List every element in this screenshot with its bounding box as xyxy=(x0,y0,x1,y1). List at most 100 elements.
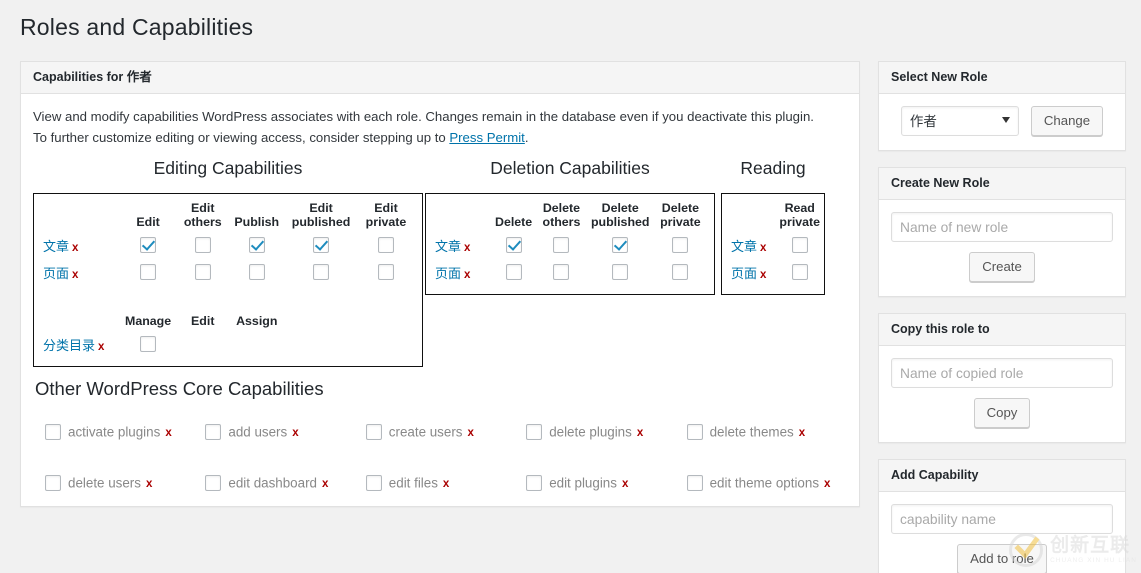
deletion-cell-0-3[interactable] xyxy=(655,232,706,259)
checkbox-publish-post[interactable] xyxy=(249,237,265,253)
copy-role-button[interactable]: Copy xyxy=(974,398,1031,428)
checkbox-edit-dashboard[interactable] xyxy=(205,475,221,491)
deletion-grid: Delete Delete others Delete published De… xyxy=(434,200,706,286)
editing-cell-0-4[interactable] xyxy=(358,232,414,259)
deletion-cell-1-1[interactable] xyxy=(537,259,585,286)
reading-cell-0-0[interactable] xyxy=(774,232,825,259)
checkbox-edit-others-post[interactable] xyxy=(195,237,211,253)
editing-cell-1-1[interactable] xyxy=(176,259,229,286)
reading-row-remove-1[interactable]: x xyxy=(760,269,766,281)
role-select[interactable]: 作者 xyxy=(901,106,1019,136)
checkbox-edit-plugins[interactable] xyxy=(526,475,542,491)
checkbox-delete-plugins[interactable] xyxy=(526,424,542,440)
editing-cell-1-0[interactable] xyxy=(120,259,176,286)
deletion-row-label-0[interactable]: 文章x xyxy=(434,232,490,259)
remove-cap-edit-theme-options[interactable]: x xyxy=(824,478,830,490)
checkbox-create-users[interactable] xyxy=(366,424,382,440)
taxonomy-row-label-0-text: 分类目录 xyxy=(43,338,95,353)
checkbox-delete-users[interactable] xyxy=(45,475,61,491)
editing-cell-0-3[interactable] xyxy=(284,232,358,259)
new-role-name-input[interactable] xyxy=(891,212,1113,242)
editing-cell-1-4[interactable] xyxy=(358,259,414,286)
press-permit-link[interactable]: Press Permit xyxy=(449,130,524,145)
reading-row-label-0[interactable]: 文章x xyxy=(730,232,774,259)
list-item[interactable]: delete pluginsx xyxy=(526,422,686,443)
remove-cap-edit-files[interactable]: x xyxy=(443,478,449,490)
list-item[interactable]: add usersx xyxy=(205,422,365,443)
checkbox-edit-others-page[interactable] xyxy=(195,264,211,280)
list-item[interactable]: create usersx xyxy=(366,422,526,443)
remove-cap-delete-themes[interactable]: x xyxy=(799,427,805,439)
checkbox-edit-private-post[interactable] xyxy=(378,237,394,253)
remove-cap-delete-plugins[interactable]: x xyxy=(637,427,643,439)
checkbox-edit-post[interactable] xyxy=(140,237,156,253)
capability-name-input[interactable] xyxy=(891,504,1113,534)
checkbox-delete-page[interactable] xyxy=(506,264,522,280)
reading-row-remove-0[interactable]: x xyxy=(760,242,766,254)
remove-cap-create-users[interactable]: x xyxy=(467,427,473,439)
checkbox-delete-published-post[interactable] xyxy=(612,237,628,253)
list-item[interactable]: edit dashboardx xyxy=(205,473,365,494)
deletion-row-label-1[interactable]: 页面x xyxy=(434,259,490,286)
taxonomy-cell-0-0[interactable] xyxy=(120,331,176,358)
deletion-row-remove-1[interactable]: x xyxy=(464,269,470,281)
list-item[interactable]: activate pluginsx xyxy=(45,422,205,443)
checkbox-delete-themes[interactable] xyxy=(687,424,703,440)
create-role-button[interactable]: Create xyxy=(969,252,1035,282)
checkbox-add-users[interactable] xyxy=(205,424,221,440)
checkbox-delete-private-page[interactable] xyxy=(672,264,688,280)
deletion-row-remove-0[interactable]: x xyxy=(464,242,470,254)
checkbox-delete-others-page[interactable] xyxy=(553,264,569,280)
other-capabilities-grid: activate pluginsx add usersx create user… xyxy=(33,422,847,494)
remove-cap-edit-plugins[interactable]: x xyxy=(622,478,628,490)
copy-role-header: Copy this role to xyxy=(879,314,1125,346)
checkbox-delete-others-post[interactable] xyxy=(553,237,569,253)
checkbox-delete-private-post[interactable] xyxy=(672,237,688,253)
checkbox-edit-page[interactable] xyxy=(140,264,156,280)
deletion-cell-1-3[interactable] xyxy=(655,259,706,286)
checkbox-read-private-page[interactable] xyxy=(792,264,808,280)
remove-cap-delete-users[interactable]: x xyxy=(146,478,152,490)
remove-cap-edit-dashboard[interactable]: x xyxy=(322,478,328,490)
checkbox-activate-plugins[interactable] xyxy=(45,424,61,440)
editing-row-label-0[interactable]: 文章x xyxy=(42,232,120,259)
editing-row-remove-1[interactable]: x xyxy=(72,269,78,281)
list-item[interactable]: edit filesx xyxy=(366,473,526,494)
deletion-cell-0-1[interactable] xyxy=(537,232,585,259)
add-to-role-button[interactable]: Add to role xyxy=(957,544,1047,573)
checkbox-edit-theme-options[interactable] xyxy=(687,475,703,491)
checkbox-edit-private-page[interactable] xyxy=(378,264,394,280)
deletion-cell-0-0[interactable] xyxy=(490,232,537,259)
reading-cell-1-0[interactable] xyxy=(774,259,825,286)
change-role-button[interactable]: Change xyxy=(1031,106,1103,136)
checkbox-read-private-post[interactable] xyxy=(792,237,808,253)
taxonomy-row-remove-0[interactable]: x xyxy=(98,341,104,353)
remove-cap-add-users[interactable]: x xyxy=(292,427,298,439)
taxonomy-row-label-0[interactable]: 分类目录x xyxy=(42,331,120,358)
deletion-cell-0-2[interactable] xyxy=(586,232,655,259)
deletion-cell-1-0[interactable] xyxy=(490,259,537,286)
list-item[interactable]: delete usersx xyxy=(45,473,205,494)
group-deletion-title: Deletion Capabilities xyxy=(425,158,715,179)
checkbox-delete-post[interactable] xyxy=(506,237,522,253)
editing-cell-0-2[interactable] xyxy=(229,232,284,259)
checkbox-edit-published-page[interactable] xyxy=(313,264,329,280)
list-item[interactable]: edit theme optionsx xyxy=(687,473,847,494)
checkbox-manage-categories[interactable] xyxy=(140,336,156,352)
editing-cell-1-2[interactable] xyxy=(229,259,284,286)
list-item[interactable]: edit pluginsx xyxy=(526,473,686,494)
editing-cell-0-0[interactable] xyxy=(120,232,176,259)
reading-row-label-1[interactable]: 页面x xyxy=(730,259,774,286)
remove-cap-activate-plugins[interactable]: x xyxy=(165,427,171,439)
checkbox-delete-published-page[interactable] xyxy=(612,264,628,280)
editing-row-label-1[interactable]: 页面x xyxy=(42,259,120,286)
editing-cell-1-3[interactable] xyxy=(284,259,358,286)
list-item[interactable]: delete themesx xyxy=(687,422,847,443)
editing-cell-0-1[interactable] xyxy=(176,232,229,259)
copied-role-name-input[interactable] xyxy=(891,358,1113,388)
checkbox-edit-files[interactable] xyxy=(366,475,382,491)
checkbox-edit-published-post[interactable] xyxy=(313,237,329,253)
deletion-cell-1-2[interactable] xyxy=(586,259,655,286)
checkbox-publish-page[interactable] xyxy=(249,264,265,280)
editing-row-remove-0[interactable]: x xyxy=(72,242,78,254)
